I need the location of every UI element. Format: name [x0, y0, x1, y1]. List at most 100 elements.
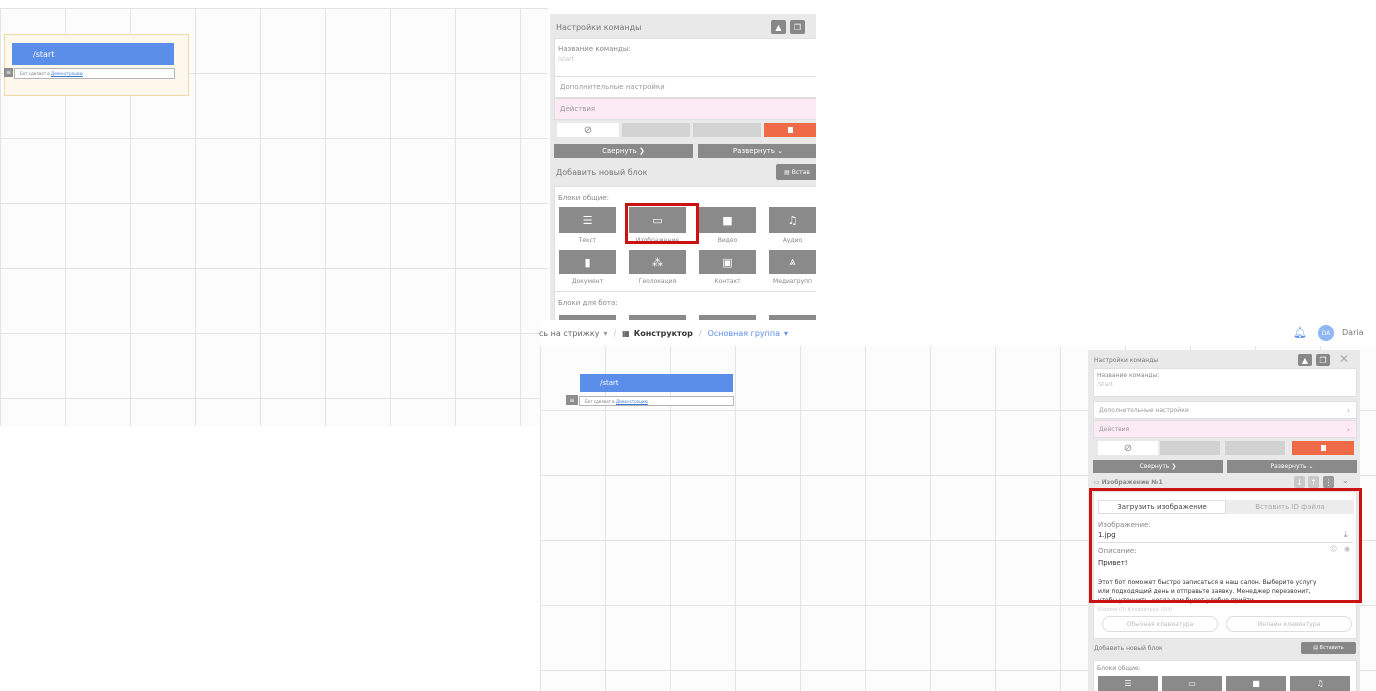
collapse-button[interactable]: Свернуть ❯: [554, 144, 693, 158]
image-icon-2: ▭: [1188, 679, 1196, 688]
add-block-title-2: Добавить новый блок: [1094, 644, 1163, 652]
link-icon-2[interactable]: ⊘: [1098, 441, 1158, 455]
tile-label-audio: Аудио: [782, 237, 803, 244]
node-command-header-2[interactable]: /start: [580, 374, 733, 392]
command-name-input[interactable]: /start: [558, 56, 574, 63]
node-command-title: /start: [33, 49, 55, 59]
chevron-down-icon-2: ⌄: [1308, 463, 1314, 470]
link-icon[interactable]: ⊘: [557, 123, 619, 137]
chevron-right-icon-2: ›: [1346, 405, 1350, 415]
inline-keyboard-label: Инлайн клавиатура: [1257, 620, 1321, 628]
paste-label-2: Вставить: [1319, 645, 1344, 651]
collapse-button-2[interactable]: Свернуть ❯: [1093, 460, 1223, 473]
command-name-box-2: Название команды: /start: [1093, 368, 1357, 397]
tile-mediagroup-button[interactable]: ⩓: [769, 250, 816, 274]
mediagroup-icon: ⩓: [789, 255, 796, 268]
common-blocks-label: Блоки общие:: [558, 194, 609, 202]
delete-button[interactable]: [764, 123, 816, 137]
paste-icon-2: ▤: [1313, 645, 1318, 651]
add-block-title: Добавить новый блок: [556, 167, 648, 177]
tile-document-button[interactable]: ▮: [559, 250, 616, 274]
extra-settings-label: Дополнительные настройки: [560, 83, 665, 91]
text-icon-2: ☰: [1124, 679, 1132, 688]
action-button-3b[interactable]: [1225, 441, 1285, 455]
common-blocks-label-2: Блоки общие:: [1097, 665, 1141, 672]
tile-image-button-2[interactable]: ▭: [1162, 676, 1222, 691]
extra-settings-row-2[interactable]: Дополнительные настройки ›: [1093, 401, 1357, 419]
tile-video-button[interactable]: ■: [699, 207, 756, 233]
inline-keyboard-button[interactable]: Инлайн клавиатура: [1226, 616, 1352, 632]
chevron-down-icon-3[interactable]: ⌄: [1342, 476, 1349, 485]
text-icon: ☰: [582, 213, 593, 227]
tile-text-button[interactable]: ☰: [559, 207, 616, 233]
trash-icon: [787, 127, 793, 133]
document-icon: ▮: [584, 255, 591, 269]
copy-icon-2[interactable]: ❐: [1316, 354, 1330, 366]
copy-icon[interactable]: ❐: [790, 20, 805, 34]
expand-button[interactable]: Развернуть ⌄: [698, 144, 816, 158]
paste-button[interactable]: ▤ Встав: [776, 164, 816, 180]
bell-icon-2[interactable]: ▲: [1298, 354, 1312, 366]
tile-video-button-2[interactable]: ■: [1226, 676, 1286, 691]
normal-keyboard-button[interactable]: Обычная клавиатура: [1102, 616, 1218, 632]
bell-icon[interactable]: ▲: [771, 20, 786, 34]
tile-label-document: Документ: [571, 278, 604, 285]
breadcrumb-separator: /: [613, 328, 617, 338]
video-icon: ■: [722, 213, 733, 227]
node-text-line[interactable]: Бот сделает в Демонстрацию: [14, 68, 175, 79]
group-caret-icon: ▾: [784, 328, 789, 338]
chevron-right-icon: ❯: [639, 147, 645, 155]
expand-label-2: Развернуть: [1270, 463, 1307, 470]
actions-row[interactable]: Действия: [554, 98, 816, 120]
close-icon[interactable]: ✕: [1339, 352, 1349, 366]
tile-label-mediagroup: Медиагрупп: [773, 278, 812, 285]
action-button-2[interactable]: [622, 123, 690, 137]
actions-label: Действия: [560, 105, 596, 113]
normal-keyboard-label: Обычная клавиатура: [1126, 620, 1194, 628]
extra-settings-row[interactable]: Дополнительные настройки: [554, 76, 816, 98]
node-text-link[interactable]: Демонстрацию: [51, 71, 83, 76]
actions-row-2[interactable]: Действия ›: [1093, 420, 1357, 438]
move-up-button[interactable]: ↑: [1308, 476, 1319, 488]
tile-audio-button-2[interactable]: ♫: [1290, 676, 1350, 691]
contact-icon: ▣: [722, 255, 733, 269]
node-command-title-2: /start: [600, 379, 619, 387]
breadcrumb-constructor[interactable]: Конструктор: [634, 329, 693, 338]
node-text-prefix: Бот сделает в: [20, 71, 50, 76]
settings-panel-1: Настройки команды ▲ ❐ Название команды: …: [550, 14, 816, 326]
tile-label-contact: Контакт: [714, 278, 741, 285]
action-button-3[interactable]: [693, 123, 761, 137]
paste-label: Встав: [791, 168, 810, 176]
paste-button-2[interactable]: ▤ Вставить: [1301, 642, 1356, 654]
delete-button-2[interactable]: [1292, 441, 1354, 455]
image-block-title: Изображение №1: [1101, 478, 1163, 486]
action-button-2b[interactable]: [1160, 441, 1220, 455]
tile-text-button-2[interactable]: ☰: [1098, 676, 1158, 691]
command-name-input-2[interactable]: /start: [1097, 381, 1113, 388]
command-name-label: Название команды:: [558, 45, 631, 53]
breadcrumb-group[interactable]: Основная группа: [708, 329, 780, 338]
node-text-line-2[interactable]: Бот сделает в Демонстрацию: [579, 396, 734, 406]
node-command-header[interactable]: /start: [12, 43, 174, 65]
geolocation-icon: ⁂: [652, 255, 663, 269]
notification-bell-icon[interactable]: 🔔︎: [1293, 326, 1307, 339]
chevron-right-icon-4: ❯: [1171, 463, 1177, 470]
tile-audio-button[interactable]: ♫: [769, 207, 816, 233]
command-name-box: Название команды: /start: [554, 38, 816, 78]
move-down-button[interactable]: ↓: [1294, 476, 1305, 488]
grid-icon: ▦: [622, 328, 630, 338]
avatar[interactable]: DA: [1318, 325, 1334, 341]
node-text-link-2[interactable]: Демонстрацию: [616, 399, 648, 404]
breadcrumb-bot[interactable]: сь на стрижку: [539, 329, 599, 338]
expand-label: Развернуть: [732, 147, 775, 155]
tile-label-video: Видео: [717, 237, 738, 244]
expand-button-2[interactable]: Развернуть ⌄: [1227, 460, 1357, 473]
breadcrumb-separator-2: /: [698, 328, 702, 338]
block-menu-button[interactable]: ⋮: [1323, 476, 1334, 488]
panel-title-2: Настройки команды: [1094, 356, 1159, 364]
extra-settings-label-2: Дополнительные настройки: [1099, 406, 1189, 414]
tile-geolocation-button[interactable]: ⁂: [629, 250, 686, 274]
paste-icon: ▤: [784, 168, 790, 176]
user-name[interactable]: Daria: [1342, 328, 1363, 337]
tile-contact-button[interactable]: ▣: [699, 250, 756, 274]
